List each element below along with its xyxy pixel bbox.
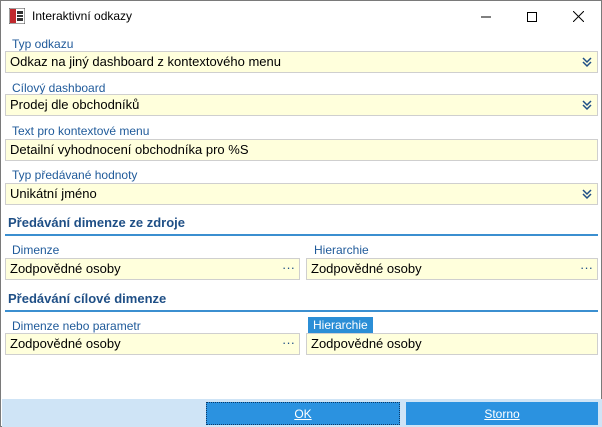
target-dimenze-field[interactable]: Zodpovědné osoby ··· <box>5 333 300 355</box>
source-hierarchie-value: Zodpovědné osoby <box>311 261 422 276</box>
dialog-window: Interaktivní odkazy Typ odkazu Odkaz na … <box>0 0 602 427</box>
section-target-title: Předávání cílové dimenze <box>8 291 167 306</box>
source-dimenze-value: Zodpovědné osoby <box>10 261 121 276</box>
target-hierarchie-label: Hierarchie <box>308 317 373 334</box>
target-hierarchie-field[interactable]: Zodpovědné osoby <box>306 333 598 355</box>
ok-button[interactable]: OK <box>206 402 400 425</box>
cilovy-dashboard-label: Cílový dashboard <box>12 81 106 95</box>
maximize-button[interactable] <box>509 1 555 32</box>
typ-odkazu-value: Odkaz na jiný dashboard z kontextového m… <box>10 54 282 69</box>
source-dimenze-field[interactable]: Zodpovědné osoby ··· <box>5 258 300 280</box>
double-chevron-down-icon[interactable] <box>581 56 593 68</box>
close-icon <box>572 11 584 22</box>
maximize-icon <box>527 11 537 22</box>
source-hierarchie-label: Hierarchie <box>314 243 369 257</box>
window-title: Interaktivní odkazy <box>32 9 133 23</box>
text-menu-value: Detailní vyhodnocení obchodníka pro %S <box>10 142 249 157</box>
app-logo-icon <box>9 8 25 24</box>
close-button[interactable] <box>555 1 601 32</box>
source-hierarchie-field[interactable]: Zodpovědné osoby ··· <box>306 258 598 280</box>
section-source-title: Předávání dimenze ze zdroje <box>8 215 186 230</box>
ellipsis-button[interactable]: ··· <box>282 334 295 353</box>
typ-hodnoty-label: Typ předávané hodnoty <box>12 168 138 182</box>
cilovy-dashboard-select[interactable]: Prodej dle obchodníků <box>5 94 598 116</box>
cancel-button[interactable]: Storno <box>406 402 598 425</box>
typ-hodnoty-select[interactable]: Unikátní jméno <box>5 183 598 205</box>
target-dimenze-label: Dimenze nebo parametr <box>12 319 141 333</box>
double-chevron-down-icon[interactable] <box>581 99 593 111</box>
text-menu-label: Text pro kontextové menu <box>12 124 150 138</box>
ellipsis-button[interactable]: ··· <box>580 259 593 278</box>
source-dimenze-label: Dimenze <box>12 243 60 257</box>
ellipsis-button[interactable]: ··· <box>282 259 295 278</box>
title-bar[interactable]: Interaktivní odkazy <box>1 1 601 32</box>
target-hierarchie-value: Zodpovědné osoby <box>311 336 422 351</box>
minimize-icon <box>481 16 491 17</box>
minimize-button[interactable] <box>463 1 509 32</box>
section-divider <box>5 310 598 312</box>
cilovy-dashboard-value: Prodej dle obchodníků <box>10 97 140 112</box>
text-menu-input[interactable]: Detailní vyhodnocení obchodníka pro %S <box>5 139 598 161</box>
target-dimenze-value: Zodpovědné osoby <box>10 336 121 351</box>
section-divider <box>5 234 598 236</box>
typ-hodnoty-value: Unikátní jméno <box>10 186 97 201</box>
typ-odkazu-label: Typ odkazu <box>12 37 74 51</box>
double-chevron-down-icon[interactable] <box>581 188 593 200</box>
typ-odkazu-select[interactable]: Odkaz na jiný dashboard z kontextového m… <box>5 51 598 73</box>
